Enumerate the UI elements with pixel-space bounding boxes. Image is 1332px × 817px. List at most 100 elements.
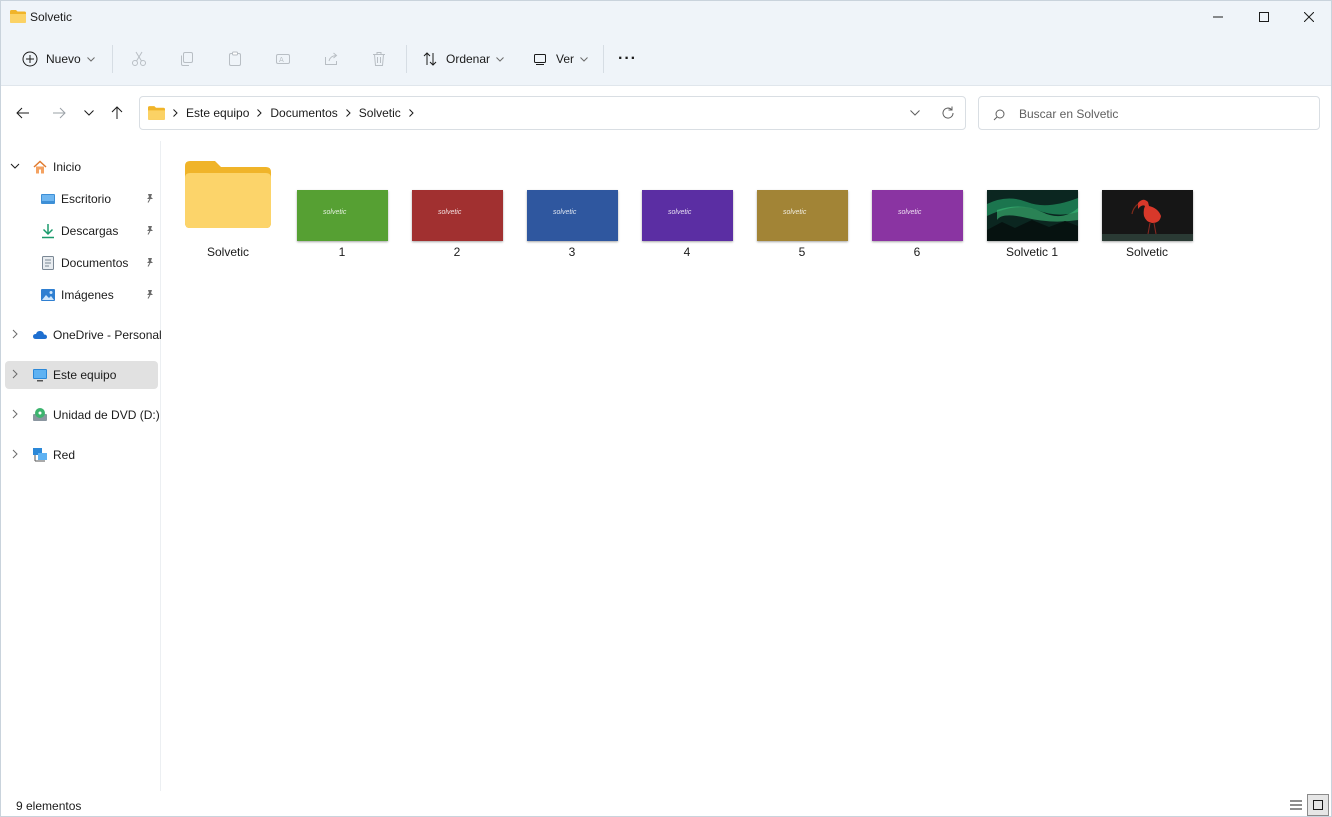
sidebar-item-onedrive[interactable]: OneDrive - Personal — [5, 321, 162, 349]
new-button[interactable]: Nuevo — [22, 44, 95, 74]
file-item-photo[interactable]: Solvetic 1 — [977, 141, 1087, 271]
pin-icon[interactable] — [145, 257, 155, 267]
breadcrumb-item[interactable]: Solvetic — [359, 106, 401, 120]
download-icon — [42, 224, 54, 239]
chevron-right-icon[interactable] — [10, 369, 20, 379]
sidebar-item-label: Documentos — [61, 256, 129, 270]
computer-icon — [33, 369, 47, 382]
minimize-icon — [1213, 16, 1223, 18]
refresh-icon[interactable] — [941, 106, 955, 120]
chevron-down-icon — [580, 56, 588, 62]
breadcrumb-item[interactable]: Este equipo — [186, 106, 249, 120]
file-item-image[interactable]: solvetic 2 — [402, 141, 512, 271]
sidebar-item-label: Imágenes — [61, 288, 114, 302]
thumbnail-logo: solvetic — [438, 209, 462, 216]
sidebar-item-este-equipo[interactable]: Este equipo — [5, 361, 158, 389]
file-item-photo[interactable]: Solvetic — [1092, 141, 1202, 271]
folder-icon — [10, 10, 26, 23]
details-view-icon[interactable] — [1288, 797, 1304, 813]
home-icon — [33, 160, 47, 174]
aurora-thumbnail — [987, 190, 1078, 241]
file-explorer-window: Solvetic Nuevo A Ordenar Ver ··· Este eq… — [0, 0, 1332, 817]
sidebar-item-documentos[interactable]: Documentos — [5, 249, 158, 277]
file-name: 5 — [798, 245, 806, 259]
chevron-right-icon[interactable] — [10, 329, 20, 339]
item-count: 9 elementos — [16, 799, 82, 813]
file-name: 3 — [568, 245, 576, 259]
sidebar-item-label: Este equipo — [53, 368, 117, 382]
pin-icon[interactable] — [145, 289, 155, 299]
delete-icon[interactable] — [369, 49, 389, 69]
large-icons-view-icon — [1313, 800, 1323, 810]
image-thumbnail: solvetic — [297, 190, 388, 241]
share-icon[interactable] — [321, 49, 341, 69]
plus-circle-icon — [22, 51, 38, 67]
more-options-button[interactable]: ··· — [618, 44, 637, 74]
chevron-down-icon — [86, 56, 95, 62]
sidebar-item-descargas[interactable]: Descargas — [5, 217, 158, 245]
view-label: Ver — [556, 52, 575, 66]
chevron-right-icon[interactable] — [10, 409, 20, 419]
sidebar-item-label: OneDrive - Personal — [53, 328, 162, 342]
large-icons-view-button[interactable] — [1307, 794, 1329, 816]
maximize-button[interactable] — [1241, 1, 1287, 33]
sort-button[interactable]: Ordenar — [422, 44, 504, 74]
back-button[interactable] — [11, 101, 35, 125]
cut-icon[interactable] — [129, 49, 149, 69]
sidebar-item-label: Escritorio — [61, 192, 112, 206]
search-icon — [993, 109, 1005, 121]
thumbnail-logo: solvetic — [323, 209, 347, 216]
close-button[interactable] — [1286, 1, 1332, 33]
sort-label: Ordenar — [446, 52, 491, 66]
chevron-right-icon — [408, 109, 414, 117]
rename-icon[interactable]: A — [273, 49, 293, 69]
thumbnail-logo: solvetic — [668, 209, 692, 216]
ibis-thumbnail — [1102, 190, 1193, 241]
title-bar: Solvetic — [1, 1, 1331, 33]
file-item-folder[interactable]: Solvetic — [173, 141, 283, 271]
sidebar-item-escritorio[interactable]: Escritorio — [5, 185, 158, 213]
minimize-button[interactable] — [1195, 1, 1241, 33]
pin-icon[interactable] — [145, 225, 155, 235]
paste-icon[interactable] — [225, 49, 245, 69]
forward-button[interactable] — [47, 101, 71, 125]
file-item-image[interactable]: solvetic 1 — [287, 141, 397, 271]
search-placeholder: Buscar en Solvetic — [1019, 107, 1119, 121]
copy-icon[interactable] — [177, 49, 197, 69]
separator — [406, 45, 407, 73]
file-item-image[interactable]: solvetic 6 — [862, 141, 972, 271]
file-name: Solvetic 1 — [1005, 245, 1059, 259]
chevron-right-icon — [257, 109, 263, 117]
file-name: 6 — [913, 245, 921, 259]
chevron-right-icon — [173, 109, 178, 117]
command-bar: Nuevo A Ordenar Ver ··· — [1, 33, 1331, 86]
file-item-image[interactable]: solvetic 5 — [747, 141, 857, 271]
breadcrumb-item[interactable]: Documentos — [270, 106, 337, 120]
image-thumbnail: solvetic — [642, 190, 733, 241]
sidebar-item-red[interactable]: Red — [5, 441, 158, 469]
sidebar-item-label: Unidad de DVD (D:) — [53, 408, 160, 422]
file-name: 1 — [338, 245, 346, 259]
view-button[interactable]: Ver — [532, 44, 588, 74]
recent-locations-button[interactable] — [77, 101, 101, 125]
navigation-pane: Inicio Escritorio Descargas Documentos I… — [1, 141, 162, 791]
window-title: Solvetic — [30, 10, 73, 24]
sidebar-item-dvd[interactable]: Unidad de DVD (D:) — [5, 401, 160, 429]
sidebar-item-imagenes[interactable]: Imágenes — [5, 281, 158, 309]
sidebar-item-inicio[interactable]: Inicio — [5, 153, 158, 181]
address-bar[interactable]: Este equipo Documentos Solvetic — [139, 96, 966, 130]
up-button[interactable] — [105, 101, 129, 125]
breadcrumb: Este equipo Documentos Solvetic — [148, 97, 414, 129]
file-name: Solvetic — [206, 245, 250, 259]
chevron-down-icon[interactable] — [10, 161, 20, 171]
arrow-right-icon — [53, 107, 66, 119]
maximize-icon — [1259, 12, 1269, 22]
pin-icon[interactable] — [145, 193, 155, 203]
file-item-image[interactable]: solvetic 4 — [632, 141, 742, 271]
image-thumbnail: solvetic — [527, 190, 618, 241]
search-input[interactable]: Buscar en Solvetic — [978, 96, 1320, 130]
address-history-dropdown-icon[interactable] — [910, 110, 920, 116]
cloud-icon — [33, 330, 47, 339]
file-item-image[interactable]: solvetic 3 — [517, 141, 627, 271]
chevron-right-icon[interactable] — [10, 449, 20, 459]
